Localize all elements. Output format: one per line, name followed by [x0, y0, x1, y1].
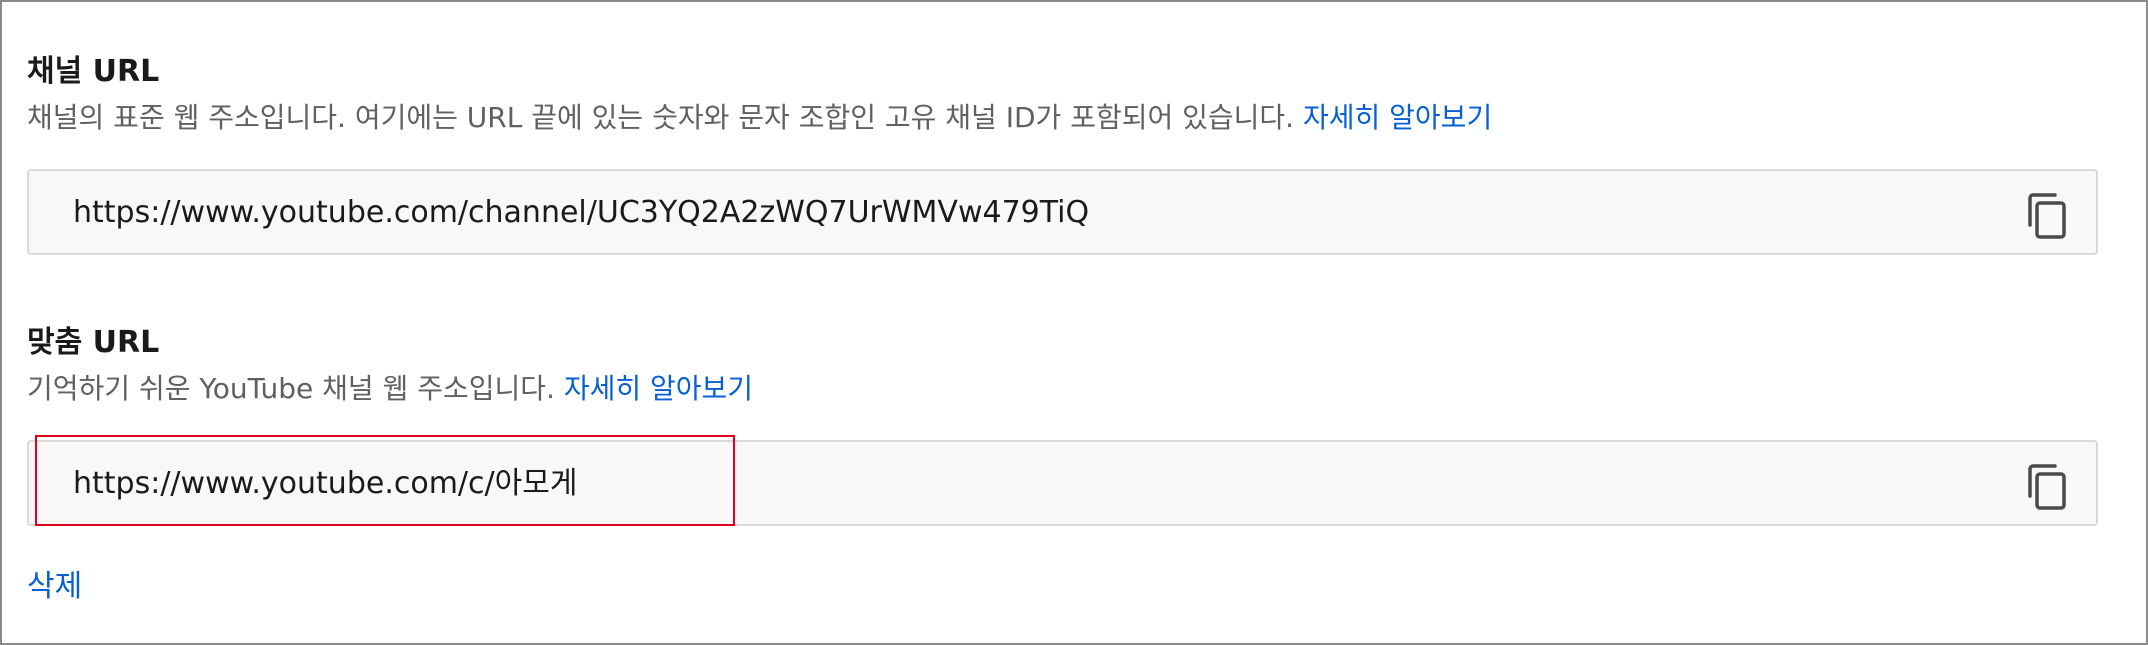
- copy-icon-graphic: [2028, 464, 2066, 510]
- channel-url-description: 채널의 표준 웹 주소입니다. 여기에는 URL 끝에 있는 숫자와 문자 조합…: [27, 98, 2098, 138]
- channel-url-field-wrap: https://www.youtube.com/channel/UC3YQ2A2…: [27, 169, 2098, 255]
- channel-url-field[interactable]: https://www.youtube.com/channel/UC3YQ2A2…: [27, 169, 2098, 255]
- channel-url-title: 채널 URL: [27, 54, 160, 89]
- custom-url-field[interactable]: https://www.youtube.com/c/아모게: [27, 440, 2098, 526]
- custom-url-section: 맞춤 URL 기억하기 쉬운 YouTube 채널 웹 주소입니다. 자세히 알…: [27, 323, 2098, 409]
- channel-url-description-text: 채널의 표준 웹 주소입니다. 여기에는 URL 끝에 있는 숫자와 문자 조합…: [27, 101, 1295, 134]
- custom-url-description: 기억하기 쉬운 YouTube 채널 웹 주소입니다. 자세히 알아보기: [27, 369, 2098, 409]
- channel-url-section: 채널 URL 채널의 표준 웹 주소입니다. 여기에는 URL 끝에 있는 숫자…: [27, 52, 2098, 138]
- custom-url-value: https://www.youtube.com/c/아모게: [73, 466, 578, 501]
- delete-custom-url-link[interactable]: 삭제: [27, 567, 82, 607]
- custom-url-field-wrap: https://www.youtube.com/c/아모게: [27, 440, 2098, 526]
- copy-icon-graphic: [2028, 193, 2066, 239]
- channel-url-value: https://www.youtube.com/channel/UC3YQ2A2…: [73, 195, 1090, 230]
- custom-url-description-text: 기억하기 쉬운 YouTube 채널 웹 주소입니다.: [27, 372, 555, 405]
- copy-icon[interactable]: [2022, 462, 2072, 512]
- copy-icon[interactable]: [2022, 191, 2072, 241]
- channel-url-learn-more-link[interactable]: 자세히 알아보기: [1303, 101, 1492, 134]
- custom-url-title: 맞춤 URL: [27, 325, 160, 360]
- custom-url-learn-more-link[interactable]: 자세히 알아보기: [564, 372, 753, 405]
